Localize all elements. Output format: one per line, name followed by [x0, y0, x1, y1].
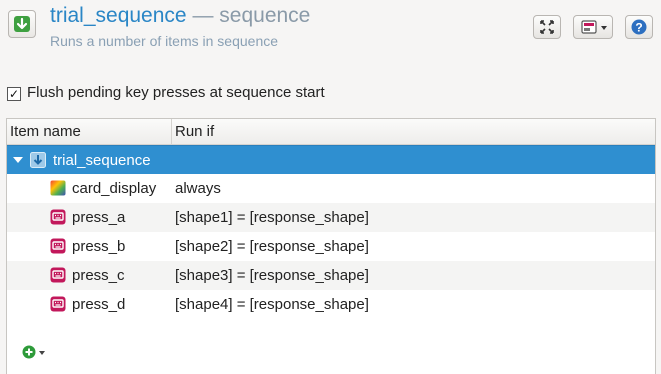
item-description[interactable]: Runs a number of items in sequence: [50, 33, 278, 49]
column-header-run-if[interactable]: Run if: [175, 123, 214, 140]
column-header-item-name[interactable]: Item name: [10, 123, 81, 140]
tree-item-name: trial_sequence: [53, 152, 151, 169]
expand-arrow-icon[interactable]: [13, 157, 23, 163]
tree-item-name: card_display: [72, 180, 157, 197]
tree-row-press-c[interactable]: press_c [shape3] = [response_shape]: [7, 261, 655, 290]
chevron-down-icon: [39, 351, 45, 355]
tree-item-run-if[interactable]: [shape2] = [response_shape]: [175, 238, 369, 255]
maximize-button[interactable]: [533, 15, 561, 39]
options-menu-button[interactable]: [573, 15, 613, 39]
tree-item-name: press_c: [72, 267, 125, 284]
svg-text:?: ?: [635, 20, 642, 34]
item-name-label[interactable]: trial_sequence: [50, 4, 187, 27]
tree-item-name: press_a: [72, 209, 126, 226]
keyboard-response-icon: [50, 267, 66, 283]
help-button[interactable]: ?: [625, 15, 653, 39]
tree-row-card-display[interactable]: card_display always: [7, 174, 655, 203]
tree-row-root[interactable]: trial_sequence: [7, 145, 655, 174]
sequence-icon: [30, 152, 46, 168]
title-separator: —: [192, 4, 214, 27]
item-type-label: sequence: [219, 4, 311, 27]
tree-row-press-a[interactable]: press_a [shape1] = [response_shape]: [7, 203, 655, 232]
keyboard-response-icon: [50, 238, 66, 254]
keyboard-response-icon: [50, 296, 66, 312]
tree-item-name: press_b: [72, 238, 126, 255]
maximize-icon: [540, 20, 554, 34]
item-header: trial_sequence — sequence Runs a number …: [0, 0, 661, 60]
sequence-tree[interactable]: Item name Run if trial_sequence card_dis…: [6, 118, 656, 374]
append-item-button[interactable]: [22, 343, 48, 361]
add-icon: [22, 345, 36, 359]
column-divider[interactable]: [171, 119, 172, 145]
flush-label: Flush pending key presses at sequence st…: [27, 84, 325, 101]
flush-checkbox[interactable]: ✓: [7, 87, 21, 101]
sequence-run-icon[interactable]: [8, 10, 36, 38]
settings-panel-icon: [581, 20, 597, 34]
tree-item-run-if[interactable]: [shape4] = [response_shape]: [175, 296, 369, 313]
tree-row-press-b[interactable]: press_b [shape2] = [response_shape]: [7, 232, 655, 261]
tree-item-run-if[interactable]: [shape3] = [response_shape]: [175, 267, 369, 284]
help-icon: ?: [631, 19, 647, 35]
tree-item-run-if[interactable]: always: [175, 180, 221, 197]
tree-item-run-if[interactable]: [shape1] = [response_shape]: [175, 209, 369, 226]
item-title: trial_sequence — sequence: [50, 4, 310, 28]
chevron-down-icon: [601, 26, 607, 30]
keyboard-response-icon: [50, 209, 66, 225]
tree-row-press-d[interactable]: press_d [shape4] = [response_shape]: [7, 290, 655, 319]
tree-item-name: press_d: [72, 296, 126, 313]
flush-keypress-option[interactable]: ✓ Flush pending key presses at sequence s…: [7, 84, 325, 101]
sketchpad-icon: [50, 180, 66, 196]
tree-header: Item name Run if: [7, 119, 655, 145]
